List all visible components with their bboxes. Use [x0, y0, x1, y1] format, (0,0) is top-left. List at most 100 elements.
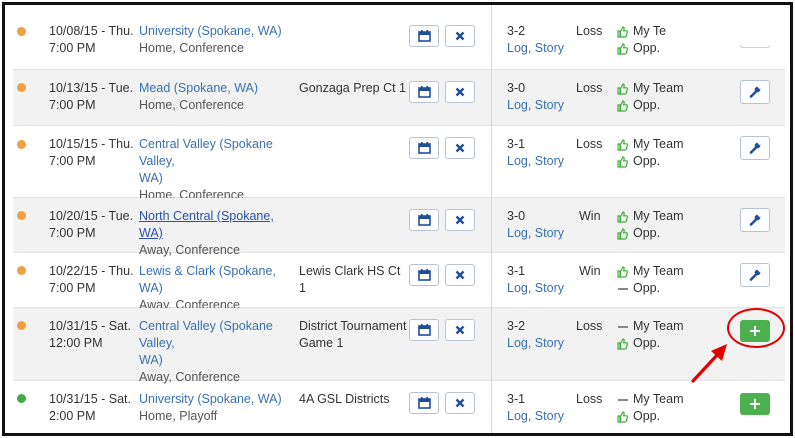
- report-cell: My Team Opp.: [617, 391, 683, 425]
- log-story-links[interactable]: Log, Story: [507, 153, 564, 170]
- result-text: Loss: [576, 81, 603, 95]
- opponent-cell: Central Valley (Spokane Valley, WA) Home…: [139, 136, 289, 204]
- edit-button[interactable]: [740, 263, 770, 287]
- location-text-line2: Game 1: [299, 336, 344, 350]
- score-cell: 3-1 Log, Story: [507, 263, 564, 297]
- opp-label: Opp.: [633, 281, 661, 295]
- opponent-link[interactable]: University (Spokane, WA): [139, 392, 282, 406]
- opponent-link[interactable]: Lewis & Clark (Spokane, WA): [139, 264, 276, 295]
- thumbs-up-icon: [617, 410, 628, 423]
- add-button[interactable]: +: [740, 393, 770, 415]
- status-dot: [17, 266, 26, 275]
- date-text: 10/22/15 - Thu.: [49, 264, 134, 278]
- score-cell: 3-1 Log, Story: [507, 391, 564, 425]
- calendar-button[interactable]: [409, 392, 439, 414]
- calendar-button[interactable]: [409, 137, 439, 159]
- remove-button[interactable]: [445, 392, 475, 414]
- remove-button[interactable]: [445, 81, 475, 103]
- thumbs-up-icon: [617, 138, 628, 151]
- game-date: 10/13/15 - Tue. 7:00 PM: [49, 80, 133, 114]
- thumbs-up-icon: [617, 227, 628, 240]
- log-story-links[interactable]: Log, Story: [507, 408, 564, 425]
- my-team-label: My Team: [633, 392, 684, 406]
- date-text: 10/08/15 - Thu.: [49, 24, 134, 38]
- remove-button[interactable]: [445, 264, 475, 286]
- report-cell: My Team Opp.: [617, 208, 683, 242]
- edit-button[interactable]: [740, 208, 770, 232]
- close-icon: [455, 143, 465, 153]
- calendar-button[interactable]: [409, 264, 439, 286]
- table-row: 10/31/15 - Sat. 2:00 PM University (Spok…: [13, 381, 785, 433]
- my-team-label: My Team: [633, 209, 684, 223]
- opponent-link[interactable]: North Central (Spokane, WA): [139, 209, 274, 240]
- report-cell: My Team Opp.: [617, 136, 683, 170]
- time-text: 2:00 PM: [49, 409, 96, 423]
- calendar-icon: [417, 269, 431, 281]
- date-text: 10/15/15 - Thu.: [49, 137, 134, 151]
- score-text: 3-0: [507, 81, 526, 95]
- log-story-links[interactable]: Log, Story: [507, 335, 564, 352]
- time-text: 7:00 PM: [49, 281, 96, 295]
- edit-button[interactable]: [740, 136, 770, 160]
- calendar-button[interactable]: [409, 25, 439, 47]
- remove-button[interactable]: [445, 137, 475, 159]
- opponent-link-wrap[interactable]: WA): [139, 353, 163, 367]
- dash-icon: [618, 287, 628, 290]
- table-row: 10/20/15 - Tue. 7:00 PM North Central (S…: [13, 198, 785, 257]
- edit-button[interactable]: [740, 80, 770, 104]
- game-date: 10/08/15 - Thu. 7:00 PM: [49, 23, 134, 57]
- close-icon: [455, 31, 465, 41]
- report-cell: My Team Opp.: [617, 318, 683, 352]
- my-team-label: My Team: [633, 137, 684, 151]
- highlight-circle: [727, 308, 785, 348]
- game-date: 10/31/15 - Sat. 2:00 PM: [49, 391, 131, 425]
- score-text: 3-1: [507, 392, 526, 406]
- result-text: Win: [579, 264, 601, 278]
- calendar-icon: [417, 30, 431, 42]
- opponent-cell: University (Spokane, WA) Home, Conferenc…: [139, 23, 289, 57]
- thumbs-up-icon: [617, 210, 628, 223]
- my-team-label: My Team: [633, 319, 684, 333]
- log-story-links[interactable]: Log, Story: [507, 280, 564, 297]
- thumbs-up-icon: [617, 42, 628, 55]
- opponent-link[interactable]: University (Spokane, WA): [139, 24, 282, 38]
- opponent-link[interactable]: Central Valley (Spokane Valley,: [139, 137, 273, 168]
- schedule-table: 10/08/15 - Thu. 7:00 PM University (Spok…: [13, 5, 785, 433]
- score-cell: 3-1 Log, Story: [507, 136, 564, 170]
- score-cell: 3-2 Log, Story: [507, 318, 564, 352]
- calendar-icon: [417, 86, 431, 98]
- table-row: 10/15/15 - Thu. 7:00 PM Central Valley (…: [13, 126, 785, 202]
- remove-button[interactable]: [445, 319, 475, 341]
- calendar-icon: [417, 142, 431, 154]
- log-story-links[interactable]: Log, Story: [507, 97, 564, 114]
- thumbs-up-icon: [617, 99, 628, 112]
- thumbs-up-icon: [617, 25, 628, 38]
- calendar-button[interactable]: [409, 319, 439, 341]
- log-story-links[interactable]: Log, Story: [507, 40, 564, 57]
- date-text: 10/13/15 - Tue.: [49, 81, 134, 95]
- location-text: 4A GSL Districts: [299, 392, 390, 406]
- opponent-link[interactable]: Mead (Spokane, WA): [139, 81, 258, 95]
- remove-button[interactable]: [445, 209, 475, 231]
- calendar-button[interactable]: [409, 209, 439, 231]
- status-dot: [17, 211, 26, 220]
- score-cell: 3-2 Log, Story: [507, 23, 564, 57]
- close-icon: [455, 270, 465, 280]
- game-type: Home, Conference: [139, 98, 244, 112]
- report-cell: My Team Opp.: [617, 80, 683, 114]
- game-date: 10/20/15 - Tue. 7:00 PM: [49, 208, 133, 242]
- wrench-icon: [749, 269, 761, 281]
- thumbs-up-icon: [617, 265, 628, 278]
- date-text: 10/31/15 - Sat.: [49, 319, 132, 333]
- close-icon: [455, 215, 465, 225]
- status-dot: [17, 140, 26, 149]
- column-divider: [491, 5, 492, 433]
- opponent-link-wrap[interactable]: WA): [139, 171, 163, 185]
- report-cell: My Te Opp.: [617, 23, 666, 57]
- calendar-button[interactable]: [409, 81, 439, 103]
- table-row: 10/13/15 - Tue. 7:00 PM Mead (Spokane, W…: [13, 70, 785, 126]
- log-story-links[interactable]: Log, Story: [507, 225, 564, 242]
- opponent-link[interactable]: Central Valley (Spokane Valley,: [139, 319, 273, 350]
- remove-button[interactable]: [445, 25, 475, 47]
- status-dot: [17, 83, 26, 92]
